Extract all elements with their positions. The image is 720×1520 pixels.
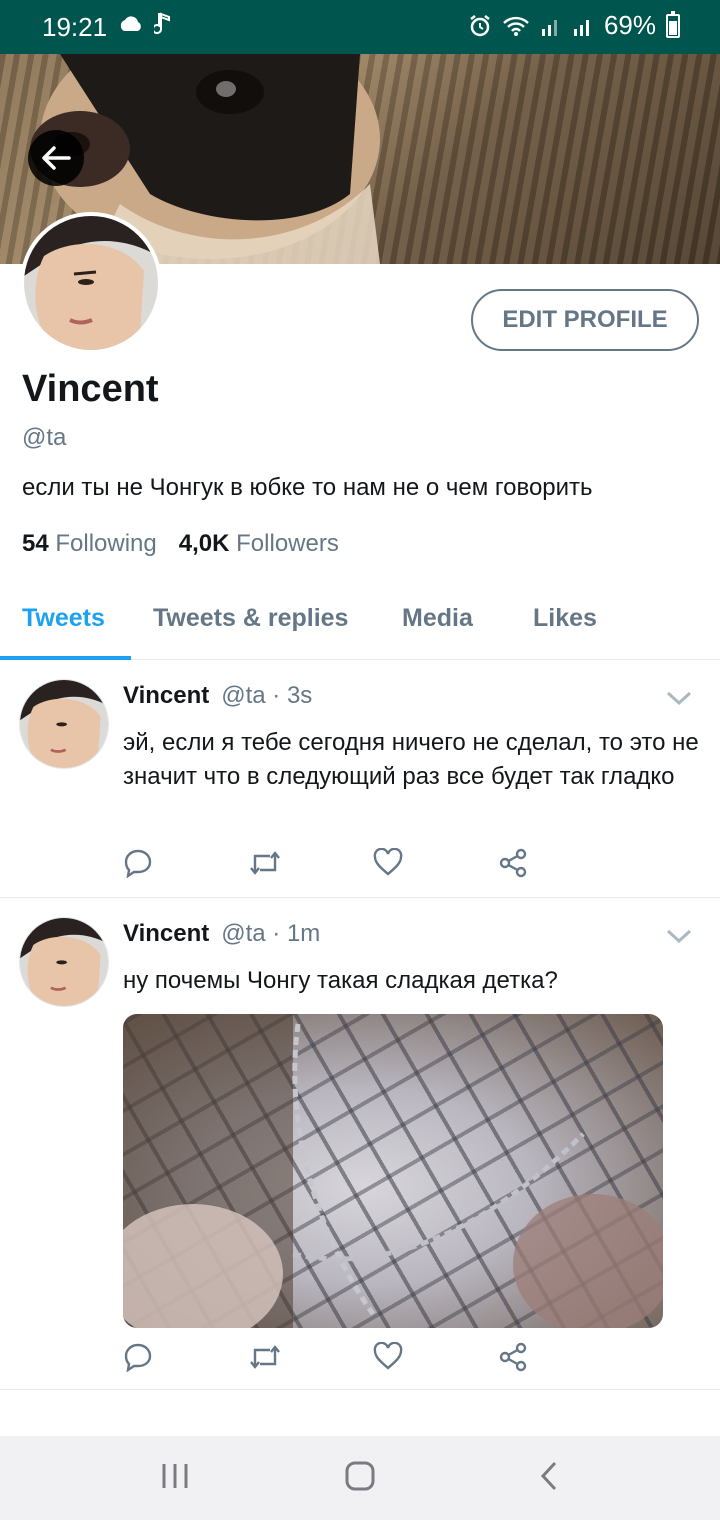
followers-count: 4,0K — [178, 530, 230, 557]
home-icon[interactable] — [344, 1460, 376, 1492]
tweet-author-name[interactable]: Vincent — [123, 920, 209, 947]
profile-display-name: Vincent — [22, 368, 159, 410]
like-button[interactable] — [373, 847, 498, 883]
heart-icon — [373, 847, 403, 876]
reply-button[interactable] — [123, 1342, 248, 1377]
share-button[interactable] — [498, 848, 623, 883]
followers-link[interactable]: 4,0K Followers — [179, 530, 339, 558]
tweet-header: Vincent @ta · 3s — [123, 682, 312, 710]
chevron-down-icon[interactable] — [666, 690, 692, 706]
active-tab-indicator — [0, 656, 131, 660]
like-button[interactable] — [373, 1341, 498, 1377]
tweet-author-name[interactable]: Vincent — [123, 682, 209, 709]
tab-tweets[interactable]: Tweets — [22, 604, 105, 633]
tweet-meta: @ta · 3s — [221, 682, 313, 709]
media-photo — [123, 1014, 663, 1328]
battery-level — [669, 20, 677, 35]
tab-likes[interactable]: Likes — [533, 604, 597, 633]
tweet[interactable]: Vincent @ta · 3s эй, если я тебе сегодня … — [0, 662, 720, 898]
signal-icon — [541, 19, 557, 36]
profile-counts: 54 Following 4,0K Followers — [22, 530, 339, 558]
heart-icon — [373, 1341, 403, 1370]
status-right-icons: 69% — [468, 10, 680, 41]
arrow-left-icon — [42, 146, 71, 170]
avatar-image — [24, 216, 158, 350]
back-nav-icon[interactable] — [538, 1460, 560, 1492]
share-icon — [499, 848, 527, 878]
cloud-icon — [120, 16, 141, 31]
avatar-image — [20, 918, 108, 1006]
edit-profile-button[interactable]: EDIT PROFILE — [471, 289, 699, 351]
tweet-avatar[interactable] — [19, 917, 109, 1007]
retweet-icon — [250, 1345, 280, 1369]
tweet-meta: @ta · 1m — [221, 920, 321, 947]
profile-handle: @ta — [22, 424, 67, 451]
tweet-actions — [123, 847, 623, 883]
profile-avatar[interactable] — [20, 212, 162, 354]
tweet[interactable]: Vincent @ta · 1m ну почемы Чонгу такая сл… — [0, 900, 720, 1390]
music-note-icon — [154, 12, 170, 35]
status-time: 19:21 — [42, 12, 108, 42]
tweet-header: Vincent @ta · 1m — [123, 920, 320, 948]
retweet-button[interactable] — [248, 848, 373, 883]
profile-tabs: Tweets Tweets & replies Media Likes — [0, 580, 720, 660]
reply-icon — [124, 849, 152, 879]
reply-button[interactable] — [123, 848, 248, 883]
system-nav-bar — [0, 1436, 720, 1520]
following-count: 54 — [22, 530, 49, 557]
status-left-icons — [118, 12, 172, 36]
tweet-media-image[interactable] — [123, 1014, 663, 1328]
following-label: Following — [55, 530, 157, 557]
back-button[interactable] — [28, 130, 84, 186]
signal-icon — [573, 19, 589, 36]
battery-icon — [666, 10, 680, 38]
share-icon — [499, 1342, 527, 1372]
tweet-text: ну почемы Чонгу такая сладкая детка? — [123, 967, 558, 994]
avatar-image — [20, 680, 108, 768]
status-bar: 19:21 69% — [0, 0, 720, 54]
chevron-down-icon[interactable] — [666, 928, 692, 944]
tab-tweets-replies[interactable]: Tweets & replies — [153, 604, 348, 633]
following-link[interactable]: 54 Following — [22, 530, 157, 558]
reply-icon — [124, 1343, 152, 1373]
retweet-icon — [250, 851, 280, 875]
profile-bio: если ты не Чонгук в юбке то нам не о чем… — [22, 474, 593, 501]
alarm-icon — [470, 14, 490, 36]
followers-label: Followers — [236, 530, 339, 557]
tweet-text: эй, если я тебе сегодня ничего не сделал… — [123, 729, 699, 790]
share-button[interactable] — [498, 1342, 623, 1377]
recent-apps-icon[interactable] — [160, 1460, 190, 1492]
retweet-button[interactable] — [248, 1342, 373, 1377]
battery-percent: 69% — [603, 10, 656, 40]
tweet-actions — [123, 1341, 623, 1377]
tab-media[interactable]: Media — [402, 604, 473, 633]
tweet-avatar[interactable] — [19, 679, 109, 769]
wifi-icon — [503, 16, 529, 36]
